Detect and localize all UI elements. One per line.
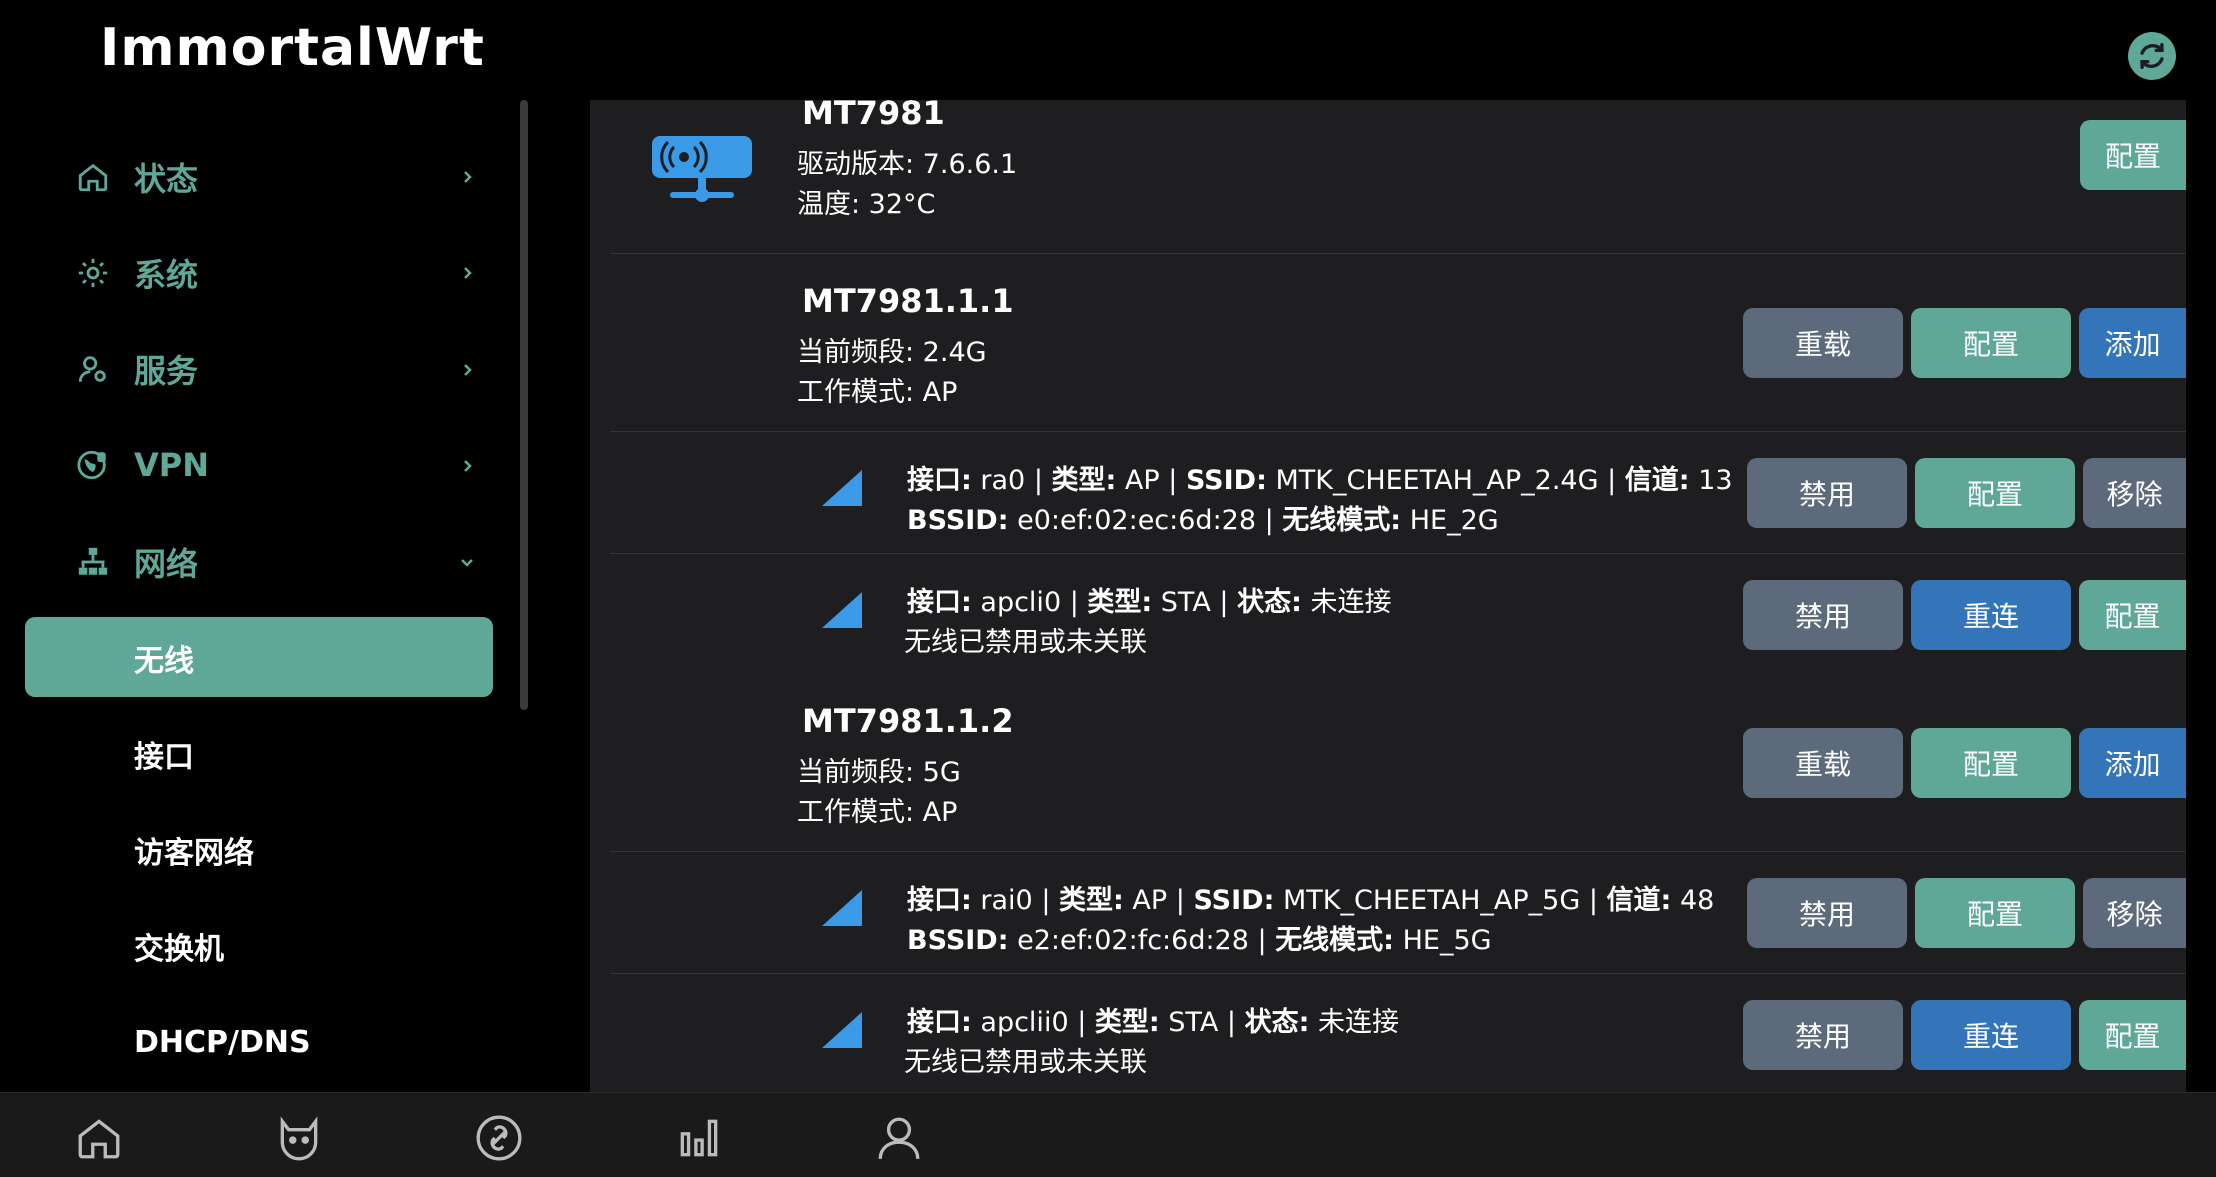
sidebar-sub-interfaces[interactable]: 接口 (134, 724, 194, 784)
sidebar-item-label: VPN (134, 446, 209, 484)
radio-mode: 工作模式: AP (797, 797, 958, 828)
disable-button[interactable]: 禁用 (1747, 878, 1907, 948)
reload-button[interactable]: 重载 (1743, 308, 1903, 378)
link-icon[interactable] (472, 1111, 526, 1165)
divider (610, 253, 2186, 254)
remove-button[interactable]: 移除 (2083, 458, 2186, 528)
radio-mode: 工作模式: AP (797, 377, 958, 408)
home-icon (74, 158, 112, 196)
gear-icon (74, 254, 112, 292)
globe-shield-icon (74, 446, 112, 484)
chevron-right-icon[interactable] (456, 455, 478, 477)
iface-line-1: 接口: rai0 | 类型: AP | SSID: MTK_CHEETAH_AP… (907, 885, 1715, 916)
cat-icon[interactable] (272, 1111, 326, 1165)
config-button[interactable]: 配置 (1915, 458, 2075, 528)
sidebar-item-label: 网络 (134, 545, 199, 583)
disable-button[interactable]: 禁用 (1743, 1000, 1903, 1070)
config-button[interactable]: 配置 (1911, 728, 2071, 798)
sidebar-item-label: 状态 (134, 160, 199, 198)
iface-note: 无线已禁用或未关联 (904, 627, 1147, 658)
sidebar-item-status[interactable]: 状态 (74, 147, 198, 207)
device-config-button[interactable]: 配置 (2080, 120, 2186, 190)
remove-button[interactable]: 移除 (2083, 878, 2186, 948)
home-icon[interactable] (72, 1111, 126, 1165)
sidebar-item-services[interactable]: 服务 (74, 339, 198, 399)
chevron-right-icon[interactable] (456, 359, 478, 381)
disable-button[interactable]: 禁用 (1747, 458, 1907, 528)
add-button[interactable]: 添加 (2079, 308, 2186, 378)
iface-line-1: 接口: apcli0 | 类型: STA | 状态: 未连接 (907, 587, 1392, 618)
radio-name: MT7981.1.2 (802, 702, 1014, 740)
sidebar-sub-guest-network[interactable]: 访客网络 (134, 820, 254, 880)
sidebar-sub-wireless[interactable]: 无线 (134, 628, 194, 688)
device-driver: 驱动版本: 7.6.6.1 (797, 149, 1018, 180)
radio-band: 当前频段: 5G (797, 757, 961, 788)
signal-icon (822, 470, 862, 506)
divider (610, 431, 2186, 432)
config-button[interactable]: 配置 (1911, 308, 2071, 378)
signal-icon (822, 890, 862, 926)
user-icon[interactable] (872, 1111, 926, 1165)
sidebar-item-vpn[interactable]: VPN (74, 435, 209, 495)
iface-note: 无线已禁用或未关联 (904, 1047, 1147, 1078)
iface-line-1: 接口: apclii0 | 类型: STA | 状态: 未连接 (907, 1007, 1399, 1038)
iface-line-1: 接口: ra0 | 类型: AP | SSID: MTK_CHEETAH_AP_… (907, 465, 1733, 496)
divider (610, 973, 2186, 974)
device-name: MT7981 (802, 100, 945, 132)
user-gear-icon (74, 350, 112, 388)
refresh-icon[interactable] (2128, 32, 2176, 80)
sidebar-item-label: 系统 (134, 256, 199, 294)
config-button[interactable]: 配置 (1915, 878, 2075, 948)
config-button[interactable]: 配置 (2079, 580, 2186, 650)
brand-title[interactable]: ImmortalWrt (100, 18, 485, 78)
device-temp: 温度: 32°C (797, 189, 936, 220)
sidebar-item-label: 服务 (134, 352, 199, 390)
chevron-right-icon[interactable] (456, 166, 478, 188)
reload-button[interactable]: 重载 (1743, 728, 1903, 798)
iface-line-2: BSSID: e0:ef:02:ec:6d:28 | 无线模式: HE_2G (907, 505, 1499, 536)
disable-button[interactable]: 禁用 (1743, 580, 1903, 650)
divider (610, 553, 2186, 554)
sidebar-sub-switch[interactable]: 交换机 (134, 916, 224, 976)
top-header: ImmortalWrt (0, 0, 2216, 100)
sidebar-sub-dhcp-dns[interactable]: DHCP/DNS (134, 1012, 311, 1072)
divider (610, 851, 2186, 852)
signal-icon (822, 592, 862, 628)
chart-icon[interactable] (672, 1111, 726, 1165)
main-content: MT7981 驱动版本: 7.6.6.1 温度: 32°C 配置 MT7981.… (590, 100, 2186, 1092)
sidebar-scrollbar[interactable] (520, 100, 528, 710)
radio-name: MT7981.1.1 (802, 282, 1014, 320)
radio-band: 当前频段: 2.4G (797, 337, 987, 368)
config-button[interactable]: 配置 (2079, 1000, 2186, 1070)
add-button[interactable]: 添加 (2079, 728, 2186, 798)
chevron-right-icon[interactable] (456, 262, 478, 284)
chevron-down-icon[interactable] (456, 551, 478, 573)
sidebar-item-network[interactable]: 网络 (74, 532, 198, 592)
wifi-device-icon (652, 132, 752, 210)
bottom-nav-bar (0, 1092, 2216, 1177)
reconnect-button[interactable]: 重连 (1911, 580, 2071, 650)
signal-icon (822, 1012, 862, 1048)
sidebar-item-system[interactable]: 系统 (74, 243, 198, 303)
iface-line-2: BSSID: e2:ef:02:fc:6d:28 | 无线模式: HE_5G (907, 925, 1492, 956)
sidebar-item-wireless-active-bg[interactable] (25, 617, 493, 697)
reconnect-button[interactable]: 重连 (1911, 1000, 2071, 1070)
network-icon (74, 543, 112, 581)
